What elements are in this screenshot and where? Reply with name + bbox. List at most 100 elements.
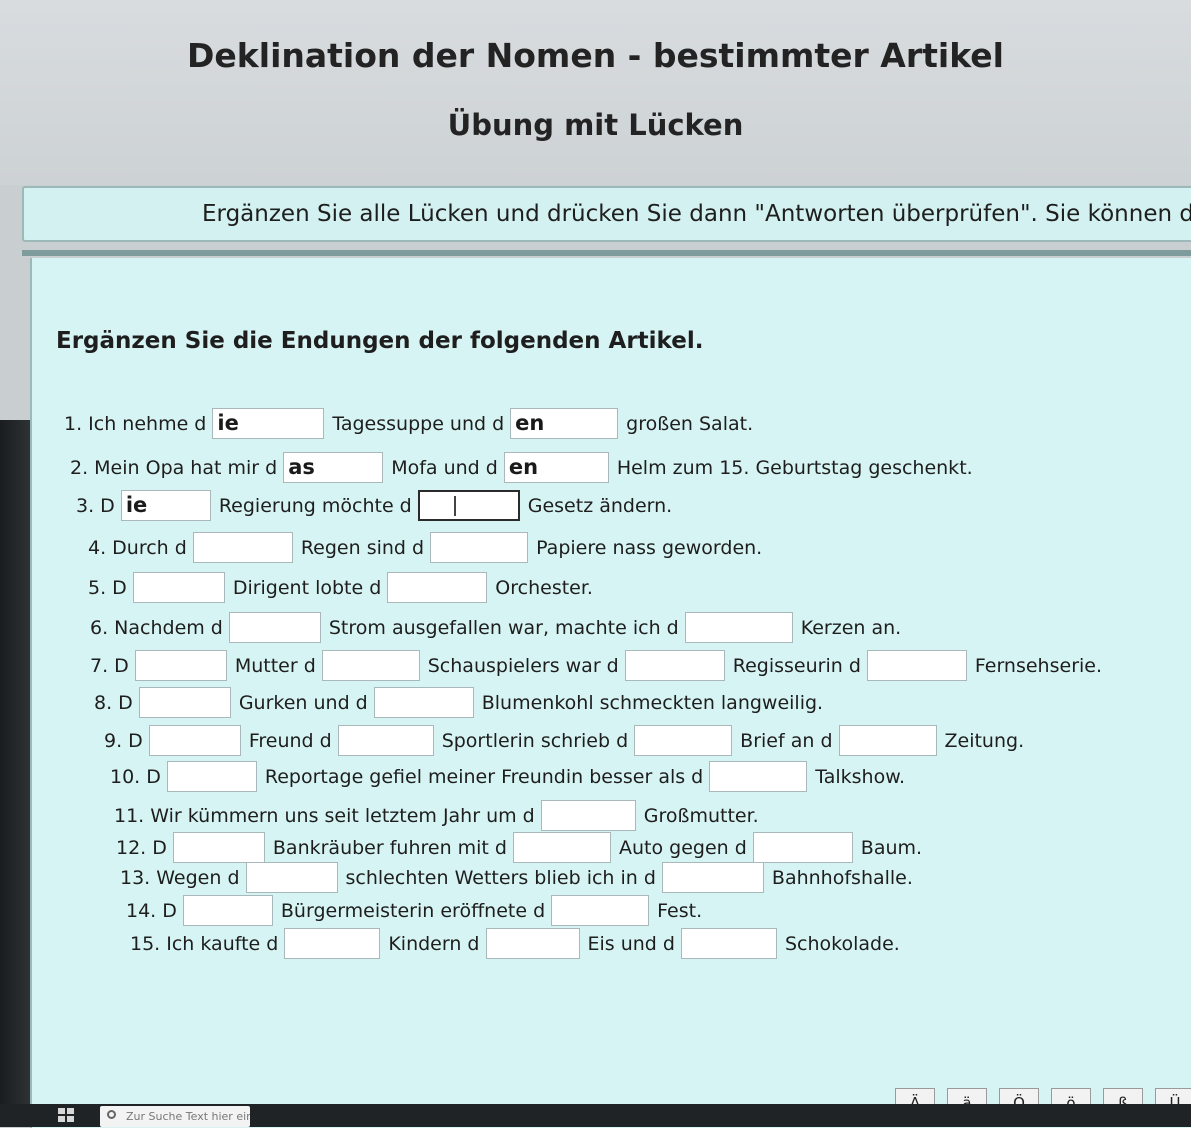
sentence-text: 10. D [110, 765, 161, 788]
sentence-text: Auto gegen d [619, 836, 747, 859]
ending-input[interactable] [284, 928, 381, 959]
taskbar-search-placeholder: Zur Suche Text hier eingeben [126, 1110, 250, 1123]
ending-input[interactable] [551, 895, 650, 926]
screen-bezel [0, 420, 30, 1127]
sentence-text: Mutter d [234, 654, 316, 677]
sentence-text: Dirigent lobte d [232, 576, 382, 599]
instruction-bar: Ergänzen Sie alle Lücken und drücken Sie… [22, 186, 1191, 242]
ending-input[interactable] [866, 650, 967, 681]
sentence-text: 3. D [76, 494, 115, 517]
exercise-row: 14. D Bürgermeisterin eröffnete d Fest. [126, 895, 708, 926]
sentence-text: 13. Wegen d [120, 866, 240, 889]
exercise-row: 8. D Gurken und d Blumenkohl schmeckten la… [94, 687, 829, 718]
sentence-text: Tagessuppe und d [332, 412, 505, 435]
sentence-text: Bürgermeisterin eröffnete d [280, 899, 546, 922]
sentence-text: Helm zum 15. Geburtstag geschenkt. [616, 456, 973, 479]
sentence-text: 14. D [126, 899, 177, 922]
ending-input[interactable] [680, 928, 777, 959]
sentence-text: Zeitung. [944, 729, 1025, 752]
sentence-text: großen Salat. [626, 412, 754, 435]
sentence-text: Gesetz ändern. [527, 494, 673, 517]
exercise-row: 3. Die Regierung möchte d Gesetz ändern. [76, 490, 678, 521]
ending-input[interactable]: ie [120, 490, 211, 521]
ending-input[interactable] [838, 725, 937, 756]
ending-input[interactable] [661, 862, 764, 893]
exercise-row: 15. Ich kaufte d Kindern d Eis und d Schoko… [130, 928, 906, 959]
exercise-row: 4. Durch d Regen sind d Papiere nass gewor… [88, 532, 768, 563]
sentence-text: Schokolade. [784, 932, 900, 955]
ending-input[interactable] [192, 532, 293, 563]
ending-input[interactable]: en [510, 408, 619, 439]
sentence-text: 1. Ich nehme d [64, 412, 207, 435]
sentence-text: 5. D [88, 576, 127, 599]
sentence-text: Bahnhofshalle. [771, 866, 913, 889]
sentence-text: Großmutter. [643, 804, 759, 827]
sentence-text: Schauspielers war d [427, 654, 619, 677]
ending-input[interactable] [684, 612, 793, 643]
exercise-row: 2. Mein Opa hat mir d as Mofa und d en Helm … [70, 452, 979, 483]
ending-input[interactable] [709, 761, 808, 792]
ending-input[interactable] [132, 572, 225, 603]
sentence-text: Talkshow. [815, 765, 906, 788]
sentence-text: 2. Mein Opa hat mir d [70, 456, 278, 479]
ending-input[interactable] [634, 725, 733, 756]
exercise-row: 12. D Bankräuber fuhren mit d Auto gegen d… [116, 832, 928, 863]
ending-input[interactable] [182, 895, 273, 926]
exercise-row: 1. Ich nehme d ie Tagessuppe und d en großen… [64, 408, 759, 439]
sentence-text: Strom ausgefallen war, machte ich d [328, 616, 679, 639]
sentence-text: Mofa und d [391, 456, 498, 479]
ending-input[interactable] [430, 532, 529, 563]
sentence-text: 7. D [90, 654, 129, 677]
sentence-text: 4. Durch d [88, 536, 187, 559]
ending-input[interactable] [166, 761, 257, 792]
sentence-text: Papiere nass geworden. [536, 536, 763, 559]
sentence-text: 8. D [94, 691, 133, 714]
ending-input[interactable] [245, 862, 338, 893]
ending-input[interactable] [624, 650, 725, 681]
taskbar-search-input[interactable]: Zur Suche Text hier eingeben [100, 1106, 250, 1127]
sentence-text: Kindern d [388, 932, 480, 955]
sentence-text: Brief an d [740, 729, 833, 752]
exercise-row: 10. D Reportage gefiel meiner Freundin be… [110, 761, 911, 792]
sentence-text: Eis und d [587, 932, 675, 955]
sentence-text: Blumenkohl schmeckten langweilig. [481, 691, 824, 714]
ending-input[interactable] [228, 612, 321, 643]
sentence-text: 11. Wir kümmern uns seit letztem Jahr um… [114, 804, 535, 827]
sentence-text: Reportage gefiel meiner Freundin besser … [264, 765, 704, 788]
ending-input[interactable] [134, 650, 227, 681]
ending-input[interactable] [148, 725, 241, 756]
page-title: Deklination der Nomen - bestimmter Artik… [187, 36, 1004, 75]
ending-input[interactable] [387, 572, 488, 603]
ending-input[interactable] [417, 490, 520, 521]
ending-input[interactable]: ie [212, 408, 325, 439]
ending-input[interactable] [540, 800, 636, 831]
ending-input[interactable] [321, 650, 420, 681]
sentence-text: Kerzen an. [800, 616, 902, 639]
sentence-text: 6. Nachdem d [90, 616, 223, 639]
sentence-text: Sportlerin schrieb d [441, 729, 629, 752]
exercise-row: 7. D Mutter d Schauspielers war d Regisseur… [90, 650, 1108, 681]
exercise-row: 13. Wegen d schlechten Wetters blieb ich … [120, 862, 919, 893]
ending-input[interactable] [138, 687, 231, 718]
sentence-text: 12. D [116, 836, 167, 859]
page-subtitle: Übung mit Lücken [447, 108, 744, 142]
ending-input[interactable] [485, 928, 580, 959]
sentence-text: Regen sind d [300, 536, 425, 559]
task-heading: Ergänzen Sie die Endungen der folgenden … [56, 328, 704, 354]
page-header [0, 0, 1191, 185]
ending-input[interactable] [513, 832, 611, 863]
sentence-text: Regierung möchte d [218, 494, 412, 517]
sentence-text: Baum. [860, 836, 923, 859]
sentence-text: Fest. [657, 899, 703, 922]
ending-input[interactable]: as [283, 452, 384, 483]
ending-input[interactable] [337, 725, 434, 756]
ending-input[interactable] [373, 687, 474, 718]
exercise-row: 9. D Freund d Sportlerin schrieb d Brief an… [104, 725, 1030, 756]
exercise-row: 11. Wir kümmern uns seit letztem Jahr um… [114, 800, 765, 831]
ending-input[interactable] [172, 832, 265, 863]
windows-start-icon[interactable] [58, 1108, 74, 1122]
ending-input[interactable] [752, 832, 853, 863]
sentence-text: Fernsehserie. [974, 654, 1103, 677]
ending-input[interactable]: en [503, 452, 609, 483]
sentence-text: 9. D [104, 729, 143, 752]
